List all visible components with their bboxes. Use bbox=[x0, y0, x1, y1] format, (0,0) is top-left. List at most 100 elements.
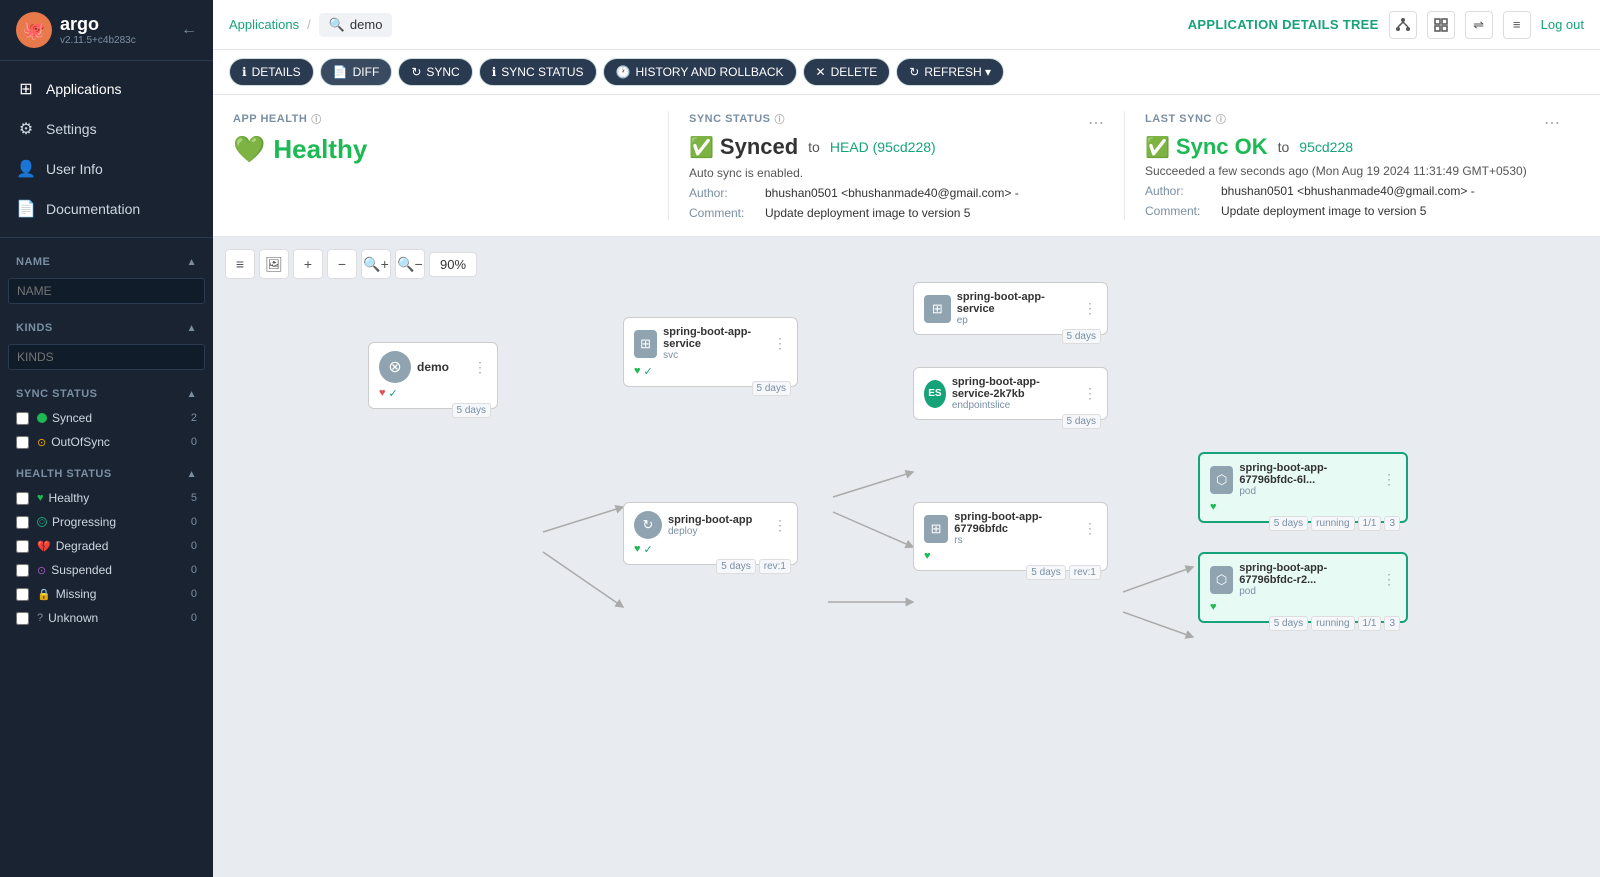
sidebar-item-documentation[interactable]: 📄 Documentation bbox=[0, 189, 213, 229]
svc-menu[interactable]: ⋮ bbox=[773, 335, 787, 352]
outofsync-checkbox[interactable] bbox=[16, 436, 29, 449]
list-view-btn[interactable]: ≡ bbox=[225, 249, 255, 279]
rs-type: rs bbox=[954, 535, 1077, 546]
sync-status-menu[interactable]: ⋯ bbox=[1088, 113, 1104, 133]
last-sync-title: LAST SYNC ⓘ bbox=[1145, 111, 1226, 126]
user-icon: 👤 bbox=[16, 159, 36, 179]
zoom-out-btn[interactable]: − bbox=[327, 249, 357, 279]
healthy-checkbox[interactable] bbox=[16, 492, 29, 505]
svc-node[interactable]: ⊞ spring-boot-app-service svc ⋮ ♥ ✓ 5 da… bbox=[623, 317, 798, 387]
last-sync-panel: LAST SYNC ⓘ ⋯ ✅ Sync OK to 95cd228 Succe… bbox=[1124, 111, 1580, 220]
zoom-in-btn[interactable]: + bbox=[293, 249, 323, 279]
view-network-btn[interactable] bbox=[1389, 11, 1417, 39]
healthy-count: 5 bbox=[191, 492, 197, 504]
logo-area: 🐙 argo v2.11.5+c4b283c bbox=[16, 12, 136, 48]
name-filter-header: NAME ▲ bbox=[0, 250, 213, 274]
degraded-checkbox[interactable] bbox=[16, 540, 29, 553]
delete-button[interactable]: ✕ DELETE bbox=[803, 58, 891, 86]
image-view-btn[interactable]: 🖼 bbox=[259, 249, 289, 279]
outofsync-label: OutOfSync bbox=[51, 435, 110, 449]
rs-rev-badge: rev:1 bbox=[1069, 565, 1101, 580]
canvas-area: ≡ 🖼 + − 🔍+ 🔍− 90% bbox=[213, 237, 1600, 877]
ep-node[interactable]: ⊞ spring-boot-app-service ep ⋮ 5 days bbox=[913, 282, 1108, 335]
es-node-inner: ES spring-boot-app-service-2k7kb endpoin… bbox=[924, 376, 1097, 411]
progressing-label: Progressing bbox=[52, 515, 116, 529]
sidebar-item-applications[interactable]: ⊞ Applications bbox=[0, 69, 213, 109]
health-status-chevron[interactable]: ▲ bbox=[187, 469, 197, 480]
pod2-info: spring-boot-app-67796bfdc-r2... pod bbox=[1239, 562, 1376, 597]
diff-label: DIFF bbox=[353, 65, 380, 79]
pod1-menu[interactable]: ⋮ bbox=[1382, 471, 1396, 488]
sidebar-item-user-info[interactable]: 👤 User Info bbox=[0, 149, 213, 189]
svc-sync-icon: ✓ bbox=[644, 365, 653, 378]
app-name: argo bbox=[60, 14, 136, 35]
app-details-tree-label: APPLICATION DETAILS TREE bbox=[1188, 17, 1379, 32]
view-split-btn[interactable]: ⇌ bbox=[1465, 11, 1493, 39]
deploy-menu[interactable]: ⋮ bbox=[773, 517, 787, 534]
synced-label: Synced bbox=[52, 411, 92, 425]
deploy-node[interactable]: ↻ spring-boot-app deploy ⋮ ♥ ✓ 5 days re… bbox=[623, 502, 798, 565]
name-chevron-icon[interactable]: ▲ bbox=[187, 257, 197, 268]
es-menu[interactable]: ⋮ bbox=[1083, 385, 1097, 402]
sync-status-button[interactable]: ℹ SYNC STATUS bbox=[479, 58, 597, 86]
breadcrumb-search[interactable]: 🔍 demo bbox=[319, 13, 393, 37]
sidebar-filters: NAME ▲ KINDS ▲ SYNC STATUS ▲ Synced bbox=[0, 237, 213, 877]
demo-node-menu[interactable]: ⋮ bbox=[473, 359, 487, 376]
pod2-status-badge: running bbox=[1311, 616, 1354, 631]
ep-name: spring-boot-app-service bbox=[957, 291, 1077, 315]
filter-progressing: ○ Progressing 0 bbox=[0, 510, 213, 534]
network-view-icon bbox=[1395, 17, 1411, 33]
logout-button[interactable]: Log out bbox=[1541, 17, 1584, 32]
demo-node[interactable]: ⊗ demo ⋮ ♥ ✓ 5 days bbox=[368, 342, 498, 409]
pod1-count-badge: 3 bbox=[1384, 516, 1400, 531]
app-health-info-icon: ⓘ bbox=[311, 111, 322, 126]
deploy-name: spring-boot-app bbox=[668, 514, 752, 526]
pod2-type: pod bbox=[1239, 586, 1376, 597]
details-button[interactable]: ℹ DETAILS bbox=[229, 58, 314, 86]
synced-checkbox[interactable] bbox=[16, 412, 29, 425]
pod2-status: ♥ bbox=[1210, 601, 1396, 613]
missing-checkbox[interactable] bbox=[16, 588, 29, 601]
ep-menu[interactable]: ⋮ bbox=[1083, 300, 1097, 317]
es-node[interactable]: ES spring-boot-app-service-2k7kb endpoin… bbox=[913, 367, 1108, 420]
kinds-chevron-icon[interactable]: ▲ bbox=[187, 323, 197, 334]
sync-button[interactable]: ↻ SYNC bbox=[398, 58, 472, 86]
zoom-level[interactable]: 90% bbox=[429, 252, 477, 277]
diff-button[interactable]: 📄 DIFF bbox=[320, 58, 393, 86]
zoom-fit-all-btn[interactable]: 🔍− bbox=[395, 249, 425, 279]
filter-missing: 🔒 Missing 0 bbox=[0, 582, 213, 606]
breadcrumb-applications-link[interactable]: Applications bbox=[229, 17, 299, 32]
kinds-filter-input[interactable] bbox=[8, 344, 205, 370]
zoom-fit-btn[interactable]: 🔍+ bbox=[361, 249, 391, 279]
view-grid-btn[interactable] bbox=[1427, 11, 1455, 39]
refresh-button[interactable]: ↻ REFRESH ▾ bbox=[896, 58, 1004, 86]
view-list-btn[interactable]: ≡ bbox=[1503, 11, 1531, 39]
last-sync-author-row: Author: bhushan0501 <bhushanmade40@gmail… bbox=[1145, 184, 1560, 198]
degraded-status-dot: 💔 bbox=[37, 540, 51, 553]
last-sync-commit-link[interactable]: 95cd228 bbox=[1299, 139, 1353, 155]
rs-menu[interactable]: ⋮ bbox=[1083, 520, 1097, 537]
pod1-node[interactable]: ⬡ spring-boot-app-67796bfdc-6l... pod ⋮ … bbox=[1198, 452, 1408, 523]
name-filter-input[interactable] bbox=[8, 278, 205, 304]
pod2-icon: ⬡ bbox=[1210, 566, 1233, 594]
sidebar-item-settings[interactable]: ⚙ Settings bbox=[0, 109, 213, 149]
missing-count: 0 bbox=[191, 588, 197, 600]
suspended-checkbox[interactable] bbox=[16, 564, 29, 577]
ep-icon: ⊞ bbox=[924, 295, 951, 323]
pod2-node[interactable]: ⬡ spring-boot-app-67796bfdc-r2... pod ⋮ … bbox=[1198, 552, 1408, 623]
commit-link[interactable]: HEAD (95cd228) bbox=[830, 139, 936, 155]
sync-label: SYNC bbox=[426, 65, 459, 79]
history-icon: 🕐 bbox=[616, 65, 631, 79]
pod2-menu[interactable]: ⋮ bbox=[1382, 571, 1396, 588]
unknown-checkbox[interactable] bbox=[16, 612, 29, 625]
suspended-label: Suspended bbox=[51, 563, 112, 577]
history-button[interactable]: 🕐 HISTORY AND ROLLBACK bbox=[603, 58, 797, 86]
rs-node[interactable]: ⊞ spring-boot-app-67796bfdc rs ⋮ ♥ 5 day… bbox=[913, 502, 1108, 571]
back-button[interactable]: ← bbox=[181, 21, 197, 39]
deploy-status: ♥ ✓ bbox=[634, 543, 787, 556]
last-sync-menu[interactable]: ⋯ bbox=[1544, 113, 1560, 133]
pod1-status: ♥ bbox=[1210, 501, 1396, 513]
progressing-checkbox[interactable] bbox=[16, 516, 29, 529]
docs-label: Documentation bbox=[46, 201, 140, 217]
sync-status-chevron[interactable]: ▲ bbox=[187, 389, 197, 400]
